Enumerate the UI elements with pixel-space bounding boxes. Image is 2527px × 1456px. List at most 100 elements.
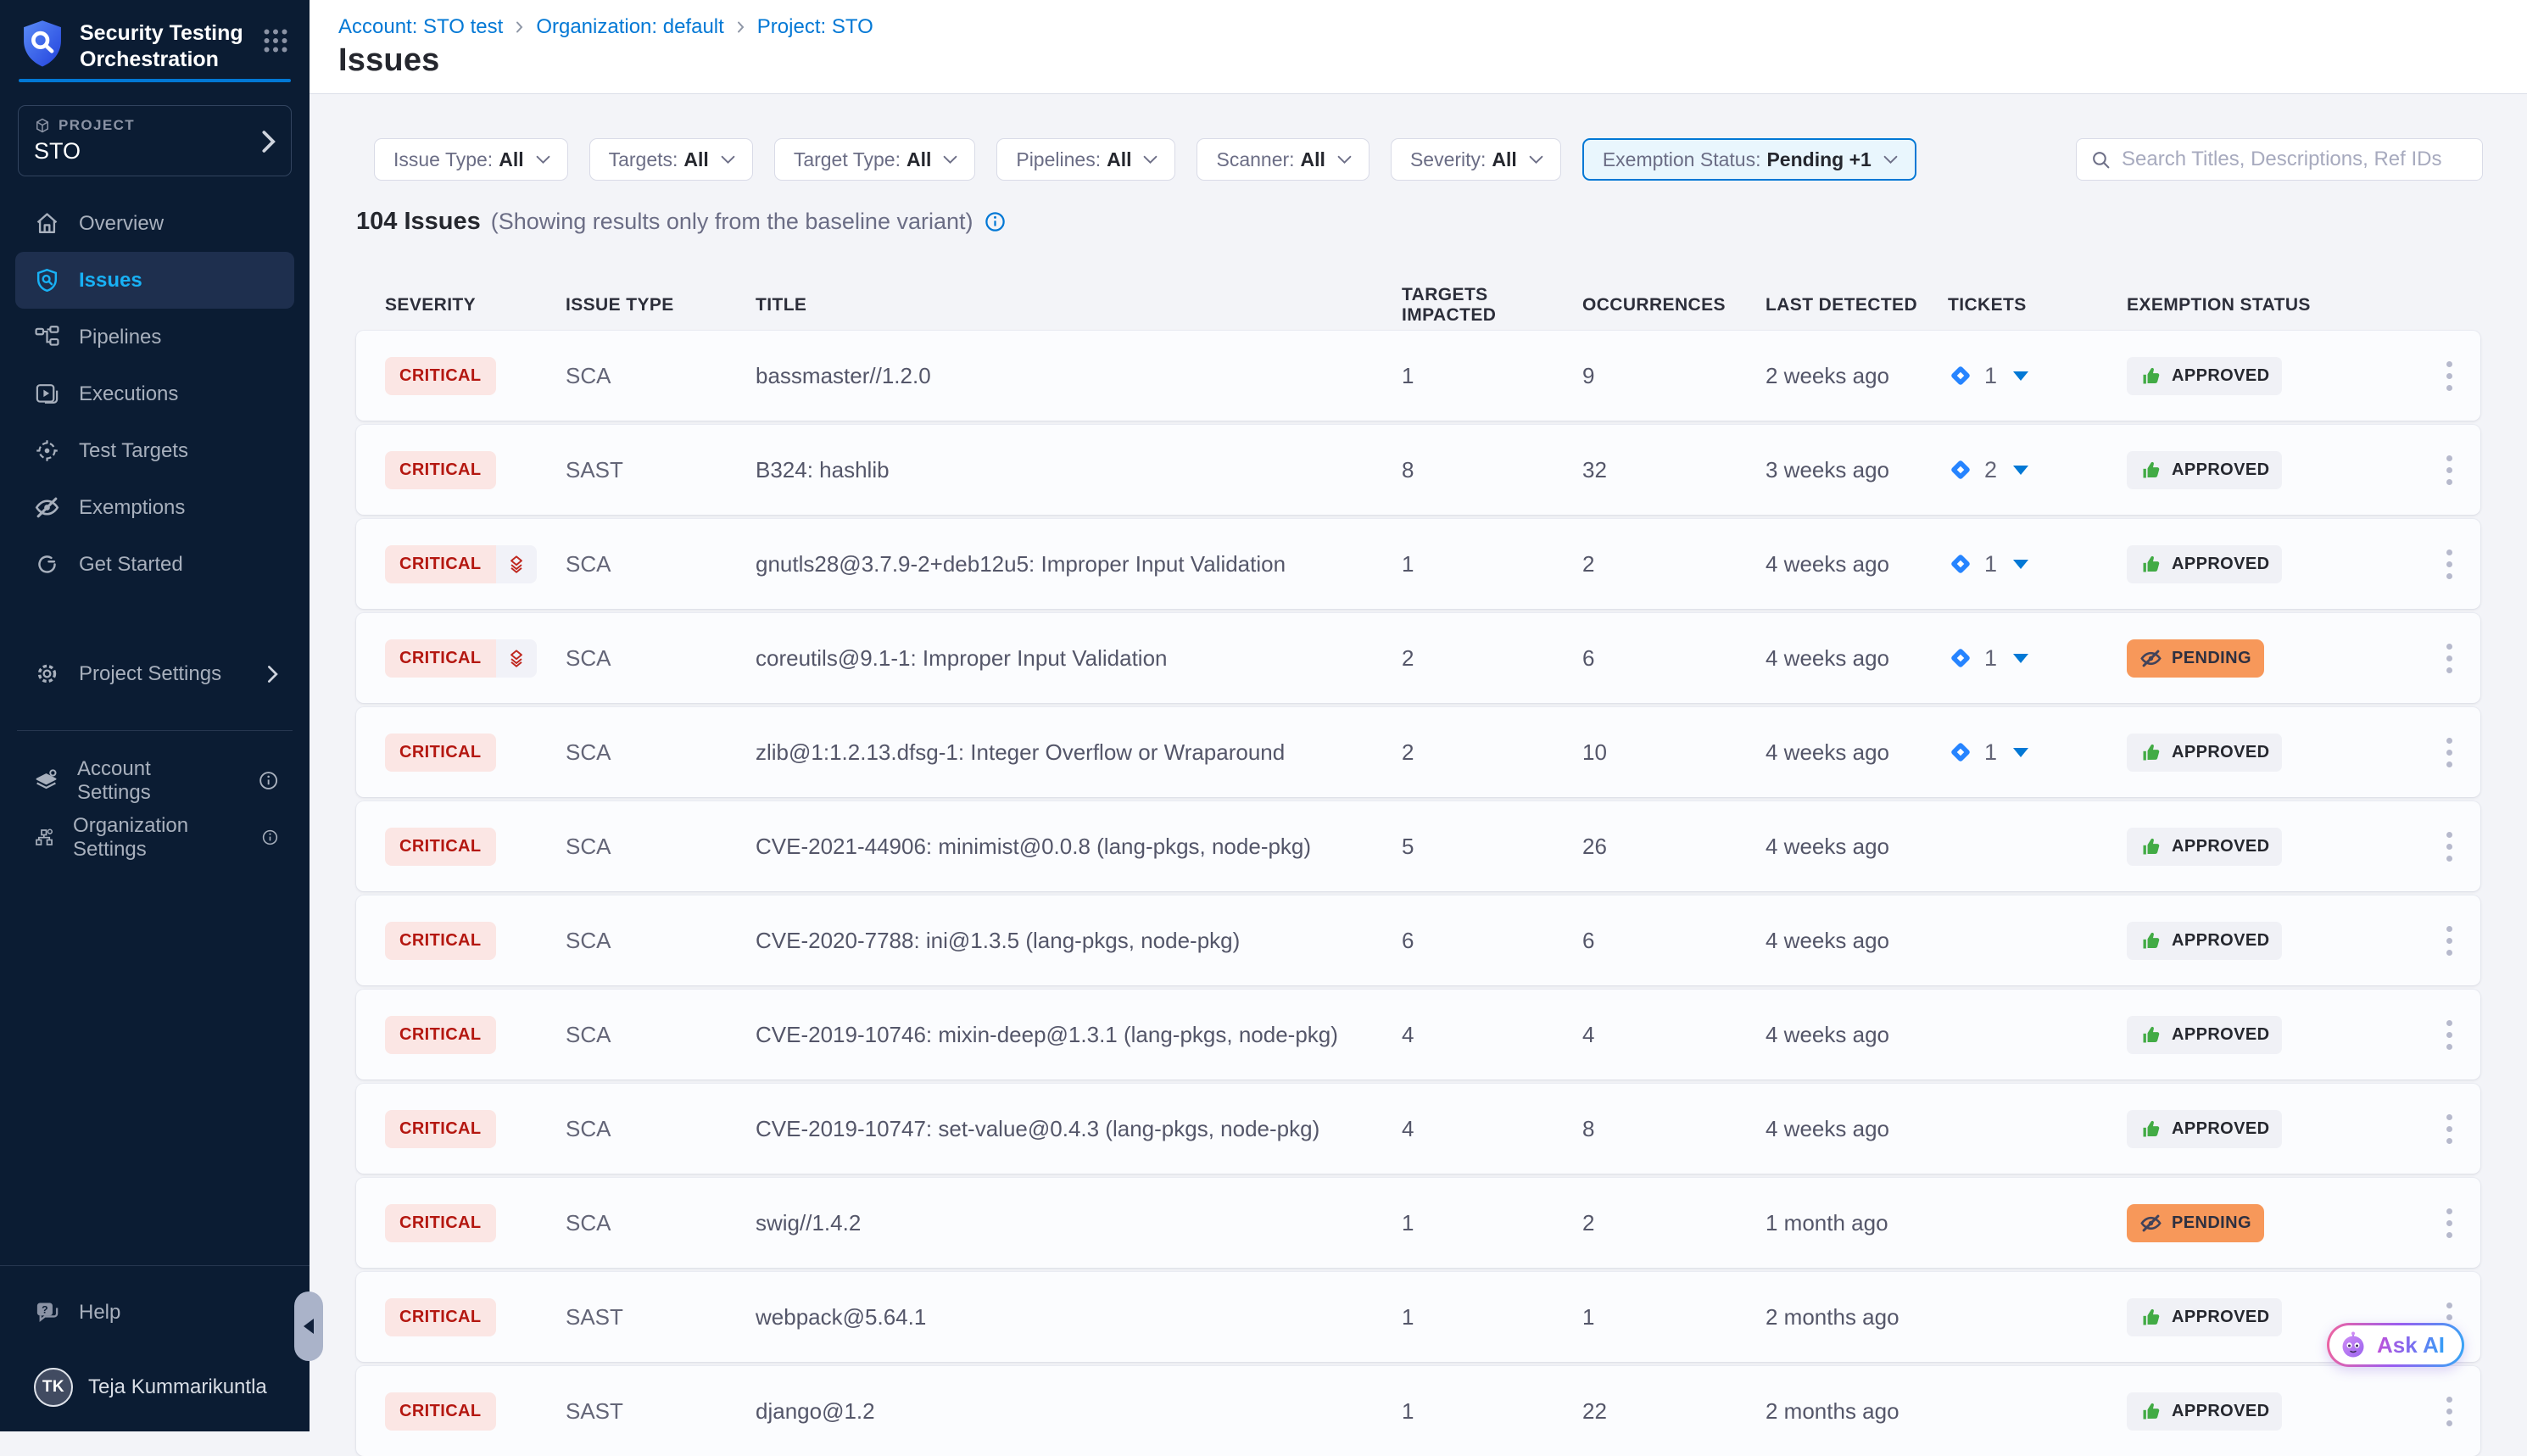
issue-title[interactable]: coreutils@9.1-1: Improper Input Validati…	[756, 645, 1402, 672]
ticket-caret-down-icon[interactable]	[2013, 371, 2028, 381]
issue-title[interactable]: CVE-2021-44906: minimist@0.0.8 (lang-pkg…	[756, 834, 1402, 860]
row-actions-cell	[2432, 823, 2480, 870]
exemption-status-badge: APPROVED	[2127, 828, 2282, 866]
table-row[interactable]: CRITICAL SAST B324: hashlib 8 32 3 weeks…	[356, 425, 2480, 515]
table-row[interactable]: CRITICAL SAST webpack@5.64.1 1 1 2 month…	[356, 1272, 2480, 1362]
ticket-caret-down-icon[interactable]	[2013, 748, 2028, 757]
breadcrumb-account[interactable]: Account: STO test	[338, 15, 503, 39]
kebab-menu-icon[interactable]	[2432, 446, 2466, 494]
table-row[interactable]: CRITICAL SCA bassmaster//1.2.0 1 9 2 wee…	[356, 331, 2480, 421]
issue-title[interactable]: gnutls28@3.7.9-2+deb12u5: Improper Input…	[756, 551, 1402, 577]
issue-title[interactable]: webpack@5.64.1	[756, 1304, 1402, 1330]
table-row[interactable]: CRITICAL SCA CVE-2019-10747: set-value@0…	[356, 1084, 2480, 1174]
kebab-menu-icon[interactable]	[2432, 1199, 2466, 1247]
sidebar-item-pipelines[interactable]: Pipelines	[0, 309, 310, 365]
breadcrumb-project[interactable]: Project: STO	[757, 15, 873, 39]
issue-title[interactable]: B324: hashlib	[756, 457, 1402, 483]
user-menu[interactable]: TK Teja Kummarikuntla	[0, 1358, 310, 1415]
table-row[interactable]: CRITICAL SCA zlib@1:1.2.13.dfsg-1: Integ…	[356, 707, 2480, 797]
sidebar-item-get-started[interactable]: Get Started	[0, 536, 310, 593]
filter-dropdown[interactable]: Issue Type: All	[374, 138, 568, 181]
severity-cell: CRITICAL	[385, 1298, 566, 1336]
issue-title[interactable]: CVE-2019-10747: set-value@0.4.3 (lang-pk…	[756, 1116, 1402, 1142]
targets-impacted-cell: 1	[1402, 1304, 1582, 1330]
app-grid-icon[interactable]	[260, 25, 291, 56]
sidebar-item-overview[interactable]: Overview	[0, 195, 310, 252]
help-button[interactable]: ? Help	[0, 1284, 310, 1341]
severity-badge: CRITICAL	[385, 1298, 496, 1336]
issue-title[interactable]: CVE-2019-10746: mixin-deep@1.3.1 (lang-p…	[756, 1022, 1402, 1048]
issue-title[interactable]: bassmaster//1.2.0	[756, 363, 1402, 389]
filters-bar: Issue Type: All Targets: All Target Type…	[374, 138, 1916, 181]
filter-value: All	[683, 148, 708, 171]
chevron-right-icon	[514, 20, 525, 34]
filter-dropdown[interactable]: Scanner: All	[1197, 138, 1369, 181]
ticket-count: 2	[1984, 457, 1997, 483]
exemption-cell: APPROVED	[2127, 922, 2432, 960]
kebab-menu-icon[interactable]	[2432, 728, 2466, 776]
table-row[interactable]: CRITICAL SCA CVE-2019-10746: mixin-deep@…	[356, 990, 2480, 1079]
info-icon[interactable]	[261, 826, 279, 849]
project-name: STO	[34, 138, 276, 165]
thumbs-up-icon	[2139, 553, 2162, 576]
filter-label: Targets:	[609, 148, 678, 171]
kebab-menu-icon[interactable]	[2432, 352, 2466, 399]
sidebar-item-organization-settings[interactable]: Organization Settings	[0, 809, 310, 866]
table-row[interactable]: CRITICAL SCA coreutils@9.1-1: Improper I…	[356, 613, 2480, 703]
filter-dropdown[interactable]: Severity: All	[1391, 138, 1561, 181]
filter-dropdown[interactable]: Target Type: All	[774, 138, 976, 181]
last-detected-cell: 4 weeks ago	[1766, 1116, 1948, 1142]
sidebar-item-account-settings[interactable]: Account Settings	[0, 752, 310, 809]
info-icon[interactable]	[984, 210, 1007, 233]
sidebar-item-project-settings[interactable]: Project Settings	[0, 645, 310, 702]
table-row[interactable]: CRITICAL SCA gnutls28@3.7.9-2+deb12u5: I…	[356, 519, 2480, 609]
targets-impacted-cell: 4	[1402, 1116, 1582, 1142]
breadcrumb-organization[interactable]: Organization: default	[536, 15, 723, 39]
sidebar-item-issues[interactable]: Issues	[15, 252, 294, 309]
ask-ai-button[interactable]: Ask AI	[2327, 1323, 2464, 1367]
table-row[interactable]: CRITICAL SCA swig//1.4.2 1 2 1 month ago…	[356, 1178, 2480, 1268]
filter-value: All	[1492, 148, 1516, 171]
targets-impacted-cell: 1	[1402, 551, 1582, 577]
severity-cell: CRITICAL	[385, 922, 566, 960]
occurrences-cell: 1	[1582, 1304, 1766, 1330]
kebab-menu-icon[interactable]	[2432, 634, 2466, 682]
issue-type-cell: SCA	[566, 363, 756, 389]
severity-cell: CRITICAL	[385, 734, 566, 772]
ticket-caret-down-icon[interactable]	[2013, 654, 2028, 663]
jira-ticket-icon	[1948, 457, 1973, 483]
kebab-menu-icon[interactable]	[2432, 1387, 2466, 1435]
sidebar-item-executions[interactable]: Executions	[0, 365, 310, 422]
kebab-menu-icon[interactable]	[2432, 1105, 2466, 1152]
search-input[interactable]	[2122, 148, 2468, 171]
kebab-menu-icon[interactable]	[2432, 823, 2466, 870]
targets-impacted-cell: 6	[1402, 928, 1582, 954]
gear-icon	[34, 661, 60, 687]
filter-dropdown[interactable]: Pipelines: All	[996, 138, 1175, 181]
ticket-caret-down-icon[interactable]	[2013, 560, 2028, 569]
eye-off-icon	[34, 494, 60, 521]
filter-label: Scanner:	[1216, 148, 1294, 171]
table-row[interactable]: CRITICAL SCA CVE-2021-44906: minimist@0.…	[356, 801, 2480, 891]
issue-title[interactable]: django@1.2	[756, 1398, 1402, 1425]
kebab-menu-icon[interactable]	[2432, 917, 2466, 964]
sidebar-item-test-targets[interactable]: Test Targets	[0, 422, 310, 479]
filter-dropdown[interactable]: Exemption Status: Pending +1	[1582, 138, 1916, 181]
issue-title[interactable]: zlib@1:1.2.13.dfsg-1: Integer Overflow o…	[756, 739, 1402, 766]
info-icon[interactable]	[258, 769, 279, 792]
kebab-menu-icon[interactable]	[2432, 540, 2466, 588]
last-detected-cell: 4 weeks ago	[1766, 551, 1948, 577]
sidebar-item-label: Exemptions	[79, 496, 185, 520]
kebab-menu-icon[interactable]	[2432, 1011, 2466, 1058]
ticket-caret-down-icon[interactable]	[2013, 466, 2028, 475]
issue-title[interactable]: swig//1.4.2	[756, 1210, 1402, 1236]
table-row[interactable]: CRITICAL SAST django@1.2 1 22 2 months a…	[356, 1366, 2480, 1456]
issue-title[interactable]: CVE-2020-7788: ini@1.3.5 (lang-pkgs, nod…	[756, 928, 1402, 954]
table-row[interactable]: CRITICAL SCA CVE-2020-7788: ini@1.3.5 (l…	[356, 895, 2480, 985]
severity-cell: CRITICAL	[385, 1110, 566, 1148]
project-selector[interactable]: PROJECT STO	[18, 105, 292, 176]
issue-type-cell: SCA	[566, 928, 756, 954]
filter-dropdown[interactable]: Targets: All	[589, 138, 753, 181]
sidebar-collapse-handle[interactable]	[294, 1291, 323, 1361]
sidebar-item-exemptions[interactable]: Exemptions	[0, 479, 310, 536]
